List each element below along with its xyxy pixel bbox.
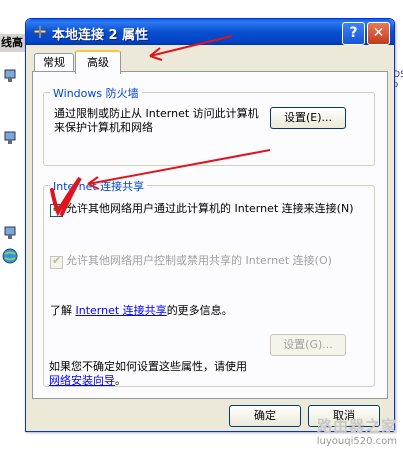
tab-panel-advanced: Windows 防火墙 通过限制或防止从 Internet 访问此计算机来保护计…	[32, 71, 388, 399]
check-icon: ✔	[52, 254, 62, 267]
ics-group-title: Internet 连接共享	[50, 178, 148, 194]
dialog-title: 本地连接 2 属性	[52, 28, 149, 43]
ics-group: Internet 连接共享 ✔ 允许其他网络用户通过此计算机的 Internet…	[43, 178, 375, 387]
check-icon: ✔	[52, 202, 62, 215]
allow-share-label[interactable]: 允许其他网络用户通过此计算机的 Internet 连接来连接(N)	[66, 202, 356, 216]
wizard-suffix: 。	[115, 374, 126, 387]
watermark: 路由器之家 luyouqi520.com	[317, 415, 397, 447]
firewall-description: 通过限制或防止从 Internet 访问此计算机来保护计算机和网络	[54, 107, 259, 134]
network-connection-icon	[4, 226, 16, 239]
learn-more-suffix: 的更多信息。	[166, 304, 233, 317]
help-text-line: 如果您不确定如何设置这些属性，请使用	[49, 360, 247, 373]
learn-more-prefix: 了解	[50, 304, 76, 317]
firewall-group-title: Windows 防火墙	[50, 85, 142, 101]
learn-more-text: 了解 Internet 连接共享的更多信息。	[50, 304, 280, 318]
allow-control-label[interactable]: 允许其他网络用户控制或禁用共享的 Internet 连接(O)	[66, 254, 356, 268]
watermark-url: luyouqi520.com	[316, 436, 397, 447]
help-text: 如果您不确定如何设置这些属性，请使用 网络安装向导。	[49, 360, 247, 388]
ics-settings-button[interactable]: 设置(G)...	[270, 334, 346, 356]
firewall-settings-button[interactable]: 设置(E)...	[270, 107, 346, 129]
close-button[interactable]: ✕	[367, 22, 390, 45]
ok-button[interactable]: 确定	[229, 405, 301, 427]
properties-dialog: 本地连接 2 属性 ? ✕ 常规 高级 Windows 防火墙 通过限制或防止从…	[25, 18, 395, 432]
network-connection-icon	[4, 131, 16, 144]
network-connection-icon	[33, 26, 47, 38]
help-button[interactable]: ?	[342, 22, 365, 45]
watermark-title: 路由器之家	[316, 417, 397, 435]
firewall-group: Windows 防火墙 通过限制或防止从 Internet 访问此计算机来保护计…	[43, 85, 375, 166]
globe-icon	[2, 248, 18, 264]
allow-share-checkbox[interactable]: ✔	[50, 202, 63, 217]
tab-general[interactable]: 常规	[34, 53, 74, 72]
background-title: 线高	[1, 36, 23, 49]
title-bar[interactable]: 本地连接 2 属性 ? ✕	[26, 19, 394, 45]
allow-control-checkbox[interactable]: ✔	[50, 254, 63, 269]
network-connection-icon	[4, 69, 16, 82]
network-wizard-link[interactable]: 网络安装向导	[49, 374, 115, 387]
ics-help-link[interactable]: Internet 连接共享	[76, 304, 167, 317]
tab-advanced[interactable]: 高级	[75, 50, 121, 74]
